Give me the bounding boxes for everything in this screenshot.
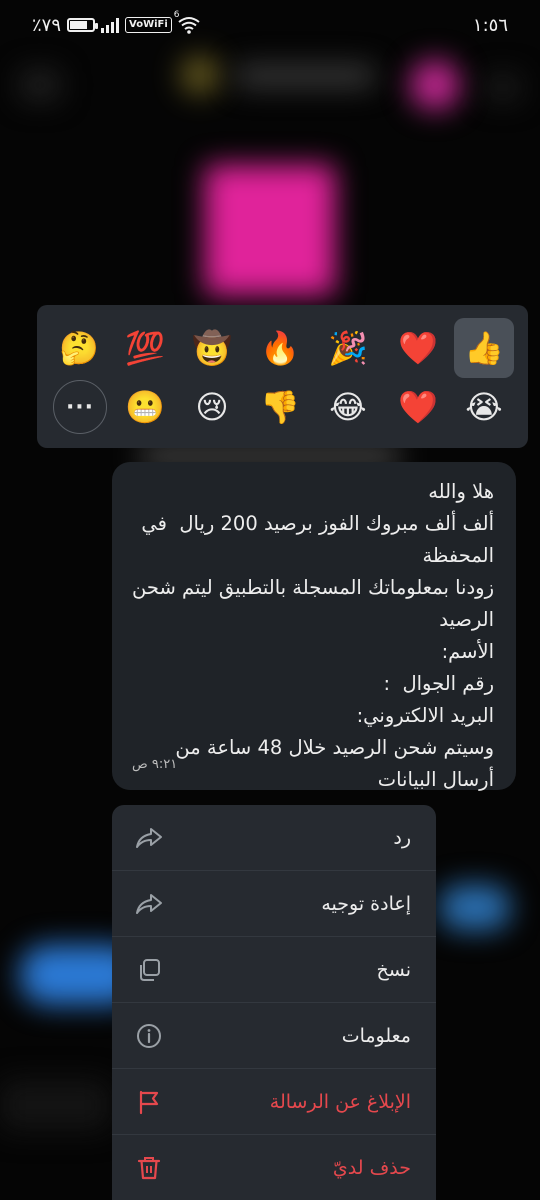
reply-icon — [134, 823, 164, 853]
message-time: ٩:٢١ ص — [132, 757, 178, 772]
battery-percent: ٪٧٩ — [32, 14, 62, 36]
wifi-icon: 6 — [174, 10, 200, 34]
menu-item-label: رد — [393, 826, 411, 849]
menu-item-label: حذف لديّ — [332, 1156, 411, 1179]
flag-icon — [134, 1087, 164, 1117]
forward-icon — [134, 889, 164, 919]
signal-icon — [101, 17, 120, 33]
info-icon — [134, 1021, 164, 1051]
context-menu: رد إعادة توجيه نسخ معلومات الإبلاغ عن ال… — [112, 805, 436, 1200]
reaction-cowboy[interactable]: 🤠 — [182, 318, 242, 378]
reaction-party-popper[interactable]: 🎉 — [318, 318, 378, 378]
menu-item-reply[interactable]: رد — [112, 805, 436, 870]
reaction-heart[interactable]: ❤️ — [388, 377, 448, 437]
reaction-thinking-face[interactable]: 🤔 — [49, 318, 109, 378]
vowifi-icon: VoWiFi — [125, 17, 172, 33]
status-left: ٪٧٩ VoWiFi 6 — [32, 10, 200, 36]
reaction-thumbs-up[interactable]: 👍 — [454, 318, 514, 378]
menu-item-delete[interactable]: حذف لديّ — [112, 1135, 436, 1200]
menu-item-label: الإبلاغ عن الرسالة — [269, 1090, 411, 1113]
trash-icon — [134, 1153, 164, 1183]
menu-item-label: إعادة توجيه — [321, 892, 411, 915]
reaction-hundred-points[interactable]: 💯 — [115, 318, 175, 378]
reaction-grimacing-face[interactable]: 😬 — [115, 377, 175, 437]
menu-item-label: معلومات — [341, 1024, 411, 1047]
reaction-crying-face[interactable]: 😢 — [182, 377, 242, 437]
battery-icon — [67, 18, 99, 32]
reaction-tears-of-joy[interactable]: 😂 — [318, 377, 378, 437]
reactions-panel: 👍 ❤️ 🎉 🔥 🤠 💯 🤔 😭 ❤️ 😂 👎 😢 😬 ··· — [37, 305, 528, 448]
reaction-fire[interactable]: 🔥 — [250, 318, 310, 378]
menu-item-info[interactable]: معلومات — [112, 1003, 436, 1068]
menu-item-copy[interactable]: نسخ — [112, 937, 436, 1002]
reaction-red-heart[interactable]: ❤️ — [388, 318, 448, 378]
message-bubble[interactable]: هلا والله ألف ألف مبروك الفوز برصيد 200 … — [112, 462, 516, 791]
menu-item-report[interactable]: الإبلاغ عن الرسالة — [112, 1069, 436, 1134]
menu-item-label: نسخ — [376, 958, 411, 981]
clock: ١:٥٦ — [472, 14, 508, 36]
message-text: هلا والله ألف ألف مبروك الفوز برصيد 200 … — [132, 480, 494, 791]
reaction-thumbs-down[interactable]: 👎 — [250, 377, 310, 437]
copy-icon — [134, 955, 164, 985]
more-reactions-button[interactable]: ··· — [53, 380, 107, 434]
status-bar: ٪٧٩ VoWiFi 6 ١:٥٦ — [0, 0, 540, 50]
menu-item-forward[interactable]: إعادة توجيه — [112, 871, 436, 936]
wifi-badge: 6 — [173, 10, 180, 20]
reaction-loudly-crying[interactable]: 😭 — [454, 377, 514, 437]
